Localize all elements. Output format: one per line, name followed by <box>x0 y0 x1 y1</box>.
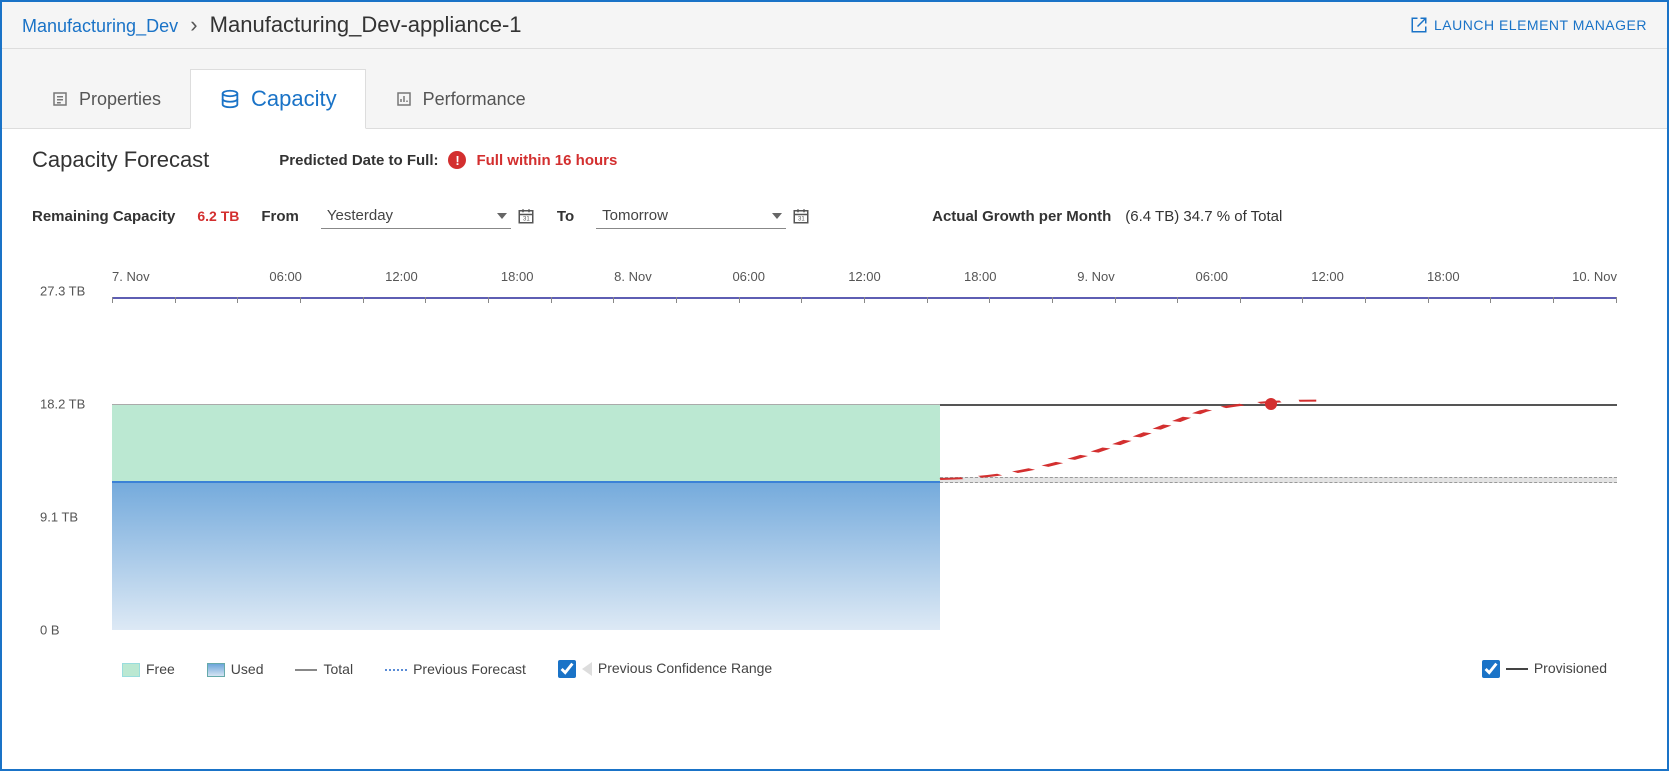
legend-prev-forecast: Previous Forecast <box>385 661 526 677</box>
legend-provisioned[interactable]: Provisioned <box>1482 660 1607 678</box>
from-label: From <box>261 208 299 225</box>
x-tick: 12:00 <box>344 269 460 284</box>
x-tick: 18:00 <box>922 269 1038 284</box>
y-tick: 9.1 TB <box>40 509 78 524</box>
growth-info: Actual Growth per Month (6.4 TB) 34.7 % … <box>932 208 1282 225</box>
properties-icon <box>51 90 69 108</box>
x-tick: 18:00 <box>459 269 575 284</box>
controls-row: Remaining Capacity 6.2 TB From Yesterday… <box>32 203 1637 229</box>
to-select[interactable]: Tomorrow <box>596 203 786 229</box>
x-tick: 12:00 <box>1270 269 1386 284</box>
launch-element-manager-link[interactable]: LAUNCH ELEMENT MANAGER <box>1410 16 1647 34</box>
x-tick: 06:00 <box>1154 269 1270 284</box>
tab-performance-label: Performance <box>423 89 526 110</box>
predicted-value: Full within 16 hours <box>476 152 617 169</box>
svg-text:31: 31 <box>798 217 805 223</box>
free-area <box>112 404 940 481</box>
forecast-curve <box>940 399 1316 479</box>
y-tick: 0 B <box>40 623 60 638</box>
content-area: Capacity Forecast Predicted Date to Full… <box>2 129 1667 696</box>
confidence-band <box>940 477 1617 483</box>
tab-capacity-label: Capacity <box>251 86 337 112</box>
top-scale-ticks <box>112 297 1617 305</box>
forecast-full-point <box>1265 398 1277 410</box>
from-select[interactable]: Yesterday <box>321 203 511 229</box>
legend-used: Used <box>207 661 264 677</box>
calendar-icon[interactable]: 31 <box>517 207 535 225</box>
legend-free: Free <box>122 661 175 677</box>
chart-legend: Free Used Total Previous Forecast Previo… <box>112 660 1617 678</box>
tab-performance[interactable]: Performance <box>366 69 555 128</box>
x-tick: 18:00 <box>1385 269 1501 284</box>
to-label: To <box>557 208 574 225</box>
x-axis: 7. Nov 06:00 12:00 18:00 8. Nov 06:00 12… <box>112 269 1617 284</box>
alert-icon: ! <box>448 151 466 169</box>
launch-icon <box>1410 16 1428 34</box>
legend-total: Total <box>295 661 353 677</box>
x-tick: 7. Nov <box>112 269 228 284</box>
performance-icon <box>395 90 413 108</box>
breadcrumb-current: Manufacturing_Dev-appliance-1 <box>210 12 522 37</box>
y-tick: 18.2 TB <box>40 396 85 411</box>
plot-area[interactable]: 27.3 TB 18.2 TB 9.1 TB 0 B <box>112 290 1617 630</box>
predicted-label: Predicted Date to Full: <box>279 152 438 169</box>
growth-value: (6.4 TB) 34.7 % of Total <box>1125 208 1282 225</box>
capacity-chart: 7. Nov 06:00 12:00 18:00 8. Nov 06:00 12… <box>32 269 1637 678</box>
predicted-to-full: Predicted Date to Full: ! Full within 16… <box>279 151 617 169</box>
remaining-value: 6.2 TB <box>197 208 239 224</box>
prev-conf-checkbox[interactable] <box>558 660 576 678</box>
tab-properties-label: Properties <box>79 89 161 110</box>
forecast-header: Capacity Forecast Predicted Date to Full… <box>32 147 1637 173</box>
launch-link-label: LAUNCH ELEMENT MANAGER <box>1434 17 1647 33</box>
page-header: Manufacturing_Dev › Manufacturing_Dev-ap… <box>2 2 1667 49</box>
provisioned-line <box>940 404 1617 406</box>
legend-prev-conf[interactable]: Previous Confidence Range <box>558 660 772 678</box>
x-tick: 9. Nov <box>1038 269 1154 284</box>
used-area <box>112 481 940 630</box>
breadcrumb: Manufacturing_Dev › Manufacturing_Dev-ap… <box>22 12 522 38</box>
calendar-icon[interactable]: 31 <box>792 207 810 225</box>
svg-text:31: 31 <box>523 217 530 223</box>
breadcrumb-separator: › <box>190 12 197 37</box>
capacity-icon <box>219 88 241 110</box>
y-tick: 27.3 TB <box>40 284 85 299</box>
tab-properties[interactable]: Properties <box>22 69 190 128</box>
tab-capacity[interactable]: Capacity <box>190 69 366 129</box>
x-tick: 8. Nov <box>575 269 691 284</box>
x-tick: 12:00 <box>807 269 923 284</box>
growth-label: Actual Growth per Month <box>932 208 1111 225</box>
x-tick: 10. Nov <box>1501 269 1617 284</box>
forecast-title: Capacity Forecast <box>32 147 209 173</box>
x-tick: 06:00 <box>691 269 807 284</box>
x-tick: 06:00 <box>228 269 344 284</box>
breadcrumb-parent-link[interactable]: Manufacturing_Dev <box>22 16 178 36</box>
provisioned-checkbox[interactable] <box>1482 660 1500 678</box>
tab-bar: Properties Capacity Performance <box>2 49 1667 129</box>
remaining-label: Remaining Capacity <box>32 208 175 225</box>
